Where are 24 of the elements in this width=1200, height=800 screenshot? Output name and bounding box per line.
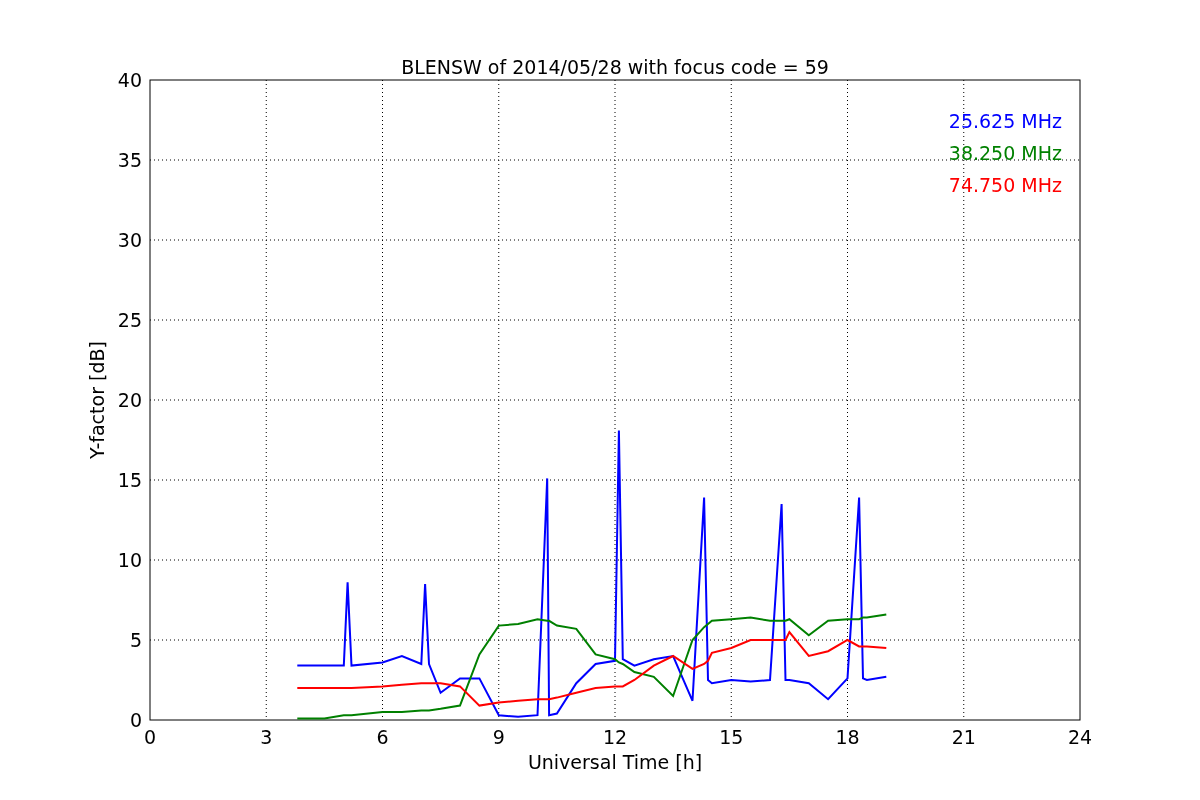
y-tick-label: 30 [117, 229, 142, 251]
y-tick-label: 10 [117, 549, 142, 571]
chart-title: BLENSW of 2014/05/28 with focus code = 59 [401, 56, 829, 78]
y-tick-label: 25 [117, 309, 142, 331]
x-tick-label: 15 [719, 726, 744, 748]
y-tick-label: 0 [129, 709, 142, 731]
x-tick-label: 21 [951, 726, 976, 748]
x-tick-label: 12 [602, 726, 628, 748]
x-tick-label: 6 [376, 726, 389, 748]
x-tick-label: 0 [143, 726, 157, 748]
legend-label: 74.750 MHz [948, 174, 1062, 196]
x-tick-label: 24 [1067, 726, 1093, 748]
y-tick-label: 5 [129, 629, 142, 651]
y-axis-label: Y-factor [dB] [86, 341, 108, 459]
legend-label: 25.625 MHz [948, 110, 1062, 132]
legend-label: 38.250 MHz [948, 142, 1062, 164]
x-tick-label: 9 [492, 726, 505, 748]
y-tick-label: 40 [117, 69, 142, 91]
y-tick-label: 15 [117, 469, 142, 491]
y-tick-label: 20 [117, 389, 142, 411]
y-tick-label: 35 [117, 149, 142, 171]
x-axis-label: Universal Time [h] [527, 751, 703, 773]
x-tick-label: 18 [835, 726, 860, 748]
x-tick-label: 3 [260, 726, 273, 748]
